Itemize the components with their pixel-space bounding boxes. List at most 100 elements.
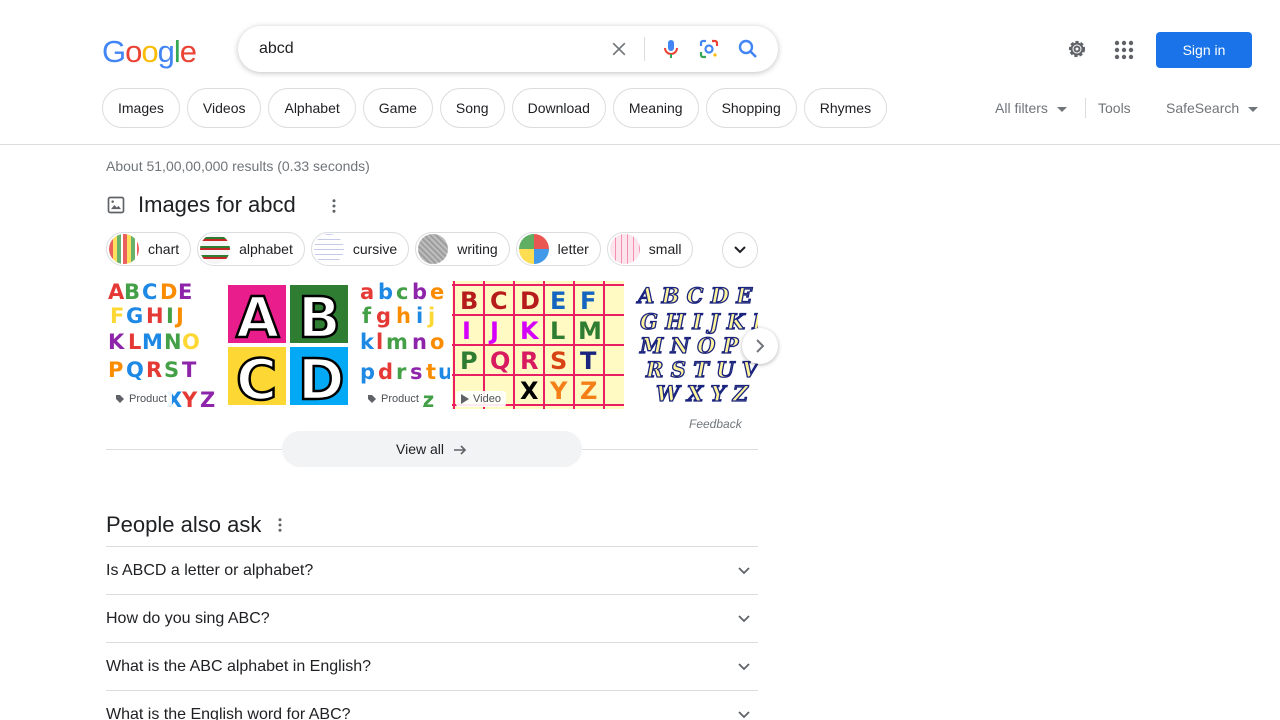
svg-text:F: F xyxy=(110,304,124,328)
view-all-button[interactable]: View all xyxy=(282,431,582,467)
more-vert-icon[interactable] xyxy=(325,197,343,215)
filter-chip-download[interactable]: Download xyxy=(511,88,606,128)
filter-chip-alphabet[interactable]: Alphabet xyxy=(268,88,356,128)
image-chip-letter[interactable]: letter xyxy=(515,232,601,266)
apps-grid-icon[interactable] xyxy=(1112,38,1136,62)
google-logo[interactable]: Google xyxy=(102,34,197,70)
image-chip-small[interactable]: small xyxy=(606,232,694,266)
expand-chips-button[interactable] xyxy=(722,232,758,268)
images-section-title[interactable]: Images for abcd xyxy=(138,192,296,218)
search-icon[interactable] xyxy=(736,37,760,61)
people-also-ask-title: People also ask xyxy=(106,512,262,537)
feedback-link[interactable]: Feedback xyxy=(689,417,742,431)
chip-thumbnail xyxy=(200,234,231,264)
svg-text:R: R xyxy=(146,358,162,382)
svg-text:W X Y Z: W X Y Z xyxy=(656,381,749,406)
svg-text:m: m xyxy=(386,330,408,354)
svg-text:L: L xyxy=(550,317,565,345)
safesearch-label: SafeSearch xyxy=(1166,100,1240,116)
filter-chip-images[interactable]: Images xyxy=(102,88,180,128)
filter-chip-rhymes[interactable]: Rhymes xyxy=(803,88,888,128)
paa-question-text: What is the ABC alphabet in English? xyxy=(106,657,372,675)
filter-chip-game[interactable]: Game xyxy=(362,88,433,128)
image-chip-writing[interactable]: writing xyxy=(415,232,510,266)
image-icon xyxy=(107,196,125,214)
chevron-right-icon xyxy=(756,339,765,353)
svg-text:G H I J K L: G H I J K L xyxy=(640,309,758,334)
image-chip-alphabet[interactable]: alphabet xyxy=(197,232,305,266)
svg-text:B: B xyxy=(298,286,341,351)
svg-text:Z: Z xyxy=(580,377,597,405)
tools-divider xyxy=(1085,98,1086,118)
paa-question[interactable]: What is the English word for ABC? xyxy=(106,690,758,720)
svg-text:n: n xyxy=(412,330,427,354)
filter-chip-videos[interactable]: Videos xyxy=(186,88,262,128)
microphone-icon[interactable] xyxy=(659,37,683,61)
filter-chip-song[interactable]: Song xyxy=(439,88,505,128)
search-input[interactable]: abcd xyxy=(259,40,294,58)
all-filters-dropdown[interactable]: All filters xyxy=(995,100,1067,116)
alphabet-colored-letters-image: ABCDE FGHIJ KLMNO PQRST XYZ xyxy=(108,281,215,409)
svg-text:A B C D E F: A B C D E F xyxy=(636,283,758,308)
image-chip-chart[interactable]: chart xyxy=(106,232,192,266)
svg-text:H: H xyxy=(146,304,164,328)
svg-text:O: O xyxy=(182,330,200,354)
svg-text:h: h xyxy=(396,304,411,328)
svg-text:D: D xyxy=(298,348,344,409)
camera-lens-icon[interactable] xyxy=(697,37,721,61)
chevron-down-icon xyxy=(738,566,750,574)
chevron-down-icon xyxy=(738,614,750,622)
filter-chip-shopping[interactable]: Shopping xyxy=(705,88,797,128)
image-result-tile[interactable]: abcbe fghij klmno pdrstu z Product xyxy=(358,281,450,409)
image-chip-label: letter xyxy=(557,241,589,257)
chip-thumbnail xyxy=(609,234,640,264)
image-result-tile[interactable]: ABCDE FGHIJ KLMNO PQRST XYZ Product xyxy=(106,281,218,409)
svg-text:C: C xyxy=(236,348,277,409)
alphabet-grid-video-thumbnail: BCDEF IJKLM PQRST XYZ xyxy=(452,281,624,409)
svg-text:c: c xyxy=(396,281,408,304)
image-chip-cursive[interactable]: cursive xyxy=(310,232,410,266)
svg-text:J: J xyxy=(174,304,184,328)
paa-question[interactable]: Is ABCD a letter or alphabet? xyxy=(106,546,758,594)
paa-question[interactable]: How do you sing ABC? xyxy=(106,594,758,642)
svg-text:B: B xyxy=(460,287,478,315)
tools-button[interactable]: Tools xyxy=(1098,100,1131,116)
safesearch-dropdown[interactable]: SafeSearch xyxy=(1166,100,1259,116)
logo-letter: o xyxy=(125,34,142,69)
paa-question-text: Is ABCD a letter or alphabet? xyxy=(106,561,314,579)
chevron-down-icon xyxy=(738,662,750,670)
svg-text:P: P xyxy=(108,358,123,382)
svg-text:M N O P Q: M N O P Q xyxy=(639,333,758,358)
image-result-tile[interactable]: ABCD xyxy=(224,281,352,409)
svg-text:S: S xyxy=(550,347,567,375)
svg-text:g: g xyxy=(376,304,391,328)
more-vert-icon[interactable] xyxy=(271,516,289,534)
image-refine-chips: chart alphabet cursive writing letter sm… xyxy=(106,232,694,266)
search-box[interactable]: abcd xyxy=(238,26,778,72)
gear-icon[interactable] xyxy=(1065,37,1089,61)
sign-in-button[interactable]: Sign in xyxy=(1156,32,1252,68)
logo-letter: g xyxy=(157,34,175,69)
next-images-button[interactable] xyxy=(742,328,778,364)
svg-text:C: C xyxy=(490,287,508,315)
svg-text:J: J xyxy=(488,317,499,345)
image-chip-label: cursive xyxy=(352,241,398,257)
close-icon[interactable] xyxy=(609,39,629,59)
svg-text:i: i xyxy=(416,304,423,328)
abcd-blocks-image: A BC D xyxy=(228,285,348,409)
image-result-tile[interactable]: BCDEF IJKLM PQRST XYZ Video xyxy=(452,281,624,409)
filter-chip-meaning[interactable]: Meaning xyxy=(612,88,699,128)
svg-text:E: E xyxy=(178,281,192,304)
chip-thumbnail xyxy=(518,234,549,264)
tag-label: Video xyxy=(473,393,501,405)
tag-label: Product xyxy=(381,393,419,405)
svg-text:l: l xyxy=(376,330,383,354)
image-chip-label: small xyxy=(648,241,682,257)
svg-text:X: X xyxy=(520,377,539,405)
image-result-tile[interactable]: A B C D E F G H I J K L M N O P Q R S T … xyxy=(630,281,758,409)
svg-text:s: s xyxy=(410,360,423,384)
svg-text:Q: Q xyxy=(126,358,144,382)
paa-question[interactable]: What is the ABC alphabet in English? xyxy=(106,642,758,690)
svg-text:j: j xyxy=(427,304,435,328)
paa-question-text: How do you sing ABC? xyxy=(106,609,270,627)
